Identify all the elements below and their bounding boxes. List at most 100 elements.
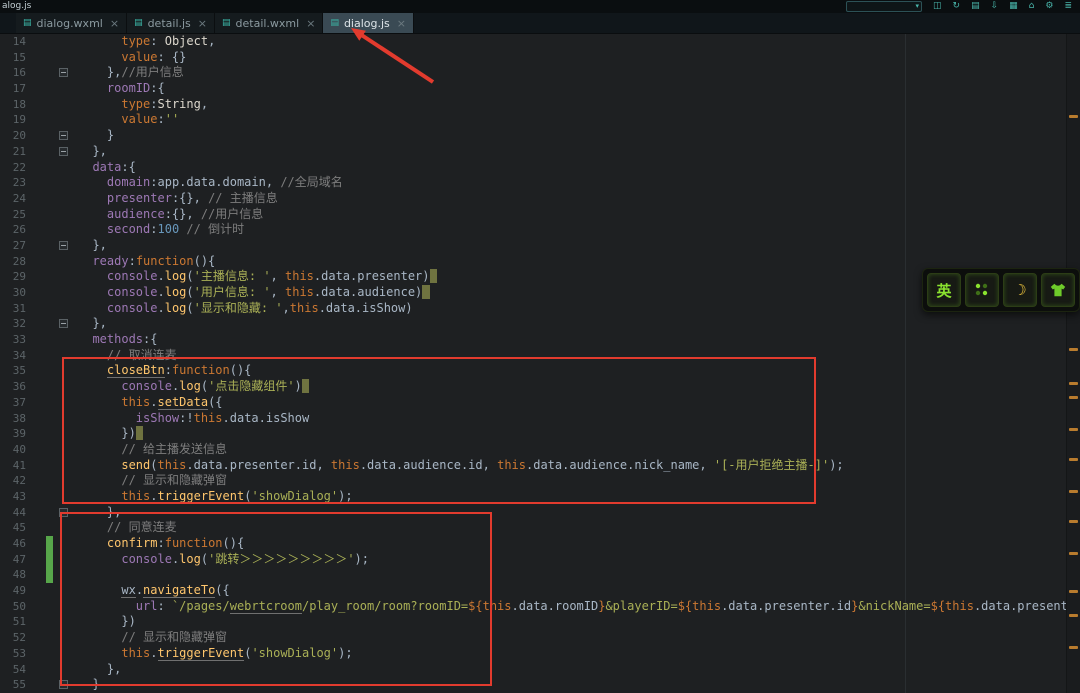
code-line-18[interactable]: 18 type:String, bbox=[0, 97, 1080, 113]
line-number: 17 bbox=[12, 82, 26, 96]
settings-icon[interactable]: ⚙ bbox=[1045, 2, 1053, 11]
code-line-17[interactable]: 17 roomID:{ bbox=[0, 81, 1080, 97]
code-text: }, bbox=[78, 661, 122, 676]
code-line-27[interactable]: 27 }, bbox=[0, 238, 1080, 254]
code-text: this.setData({ bbox=[121, 394, 223, 410]
error-stripe-mark[interactable] bbox=[1069, 590, 1078, 593]
error-stripe-mark[interactable] bbox=[1069, 520, 1078, 523]
code-line-20[interactable]: 20 } bbox=[0, 128, 1080, 144]
code-line-22[interactable]: 22 data:{ bbox=[0, 160, 1080, 176]
code-line-52[interactable]: 52 // 显示和隐藏弹窗 bbox=[0, 630, 1080, 646]
fold-marker-icon[interactable] bbox=[59, 146, 68, 156]
code-line-54[interactable]: 54 }, bbox=[0, 662, 1080, 678]
code-line-31[interactable]: 31 console.log('显示和隐藏: ',this.data.isSho… bbox=[0, 301, 1080, 317]
code-line-39[interactable]: 39 }) bbox=[0, 426, 1080, 442]
fold-marker-icon[interactable] bbox=[59, 507, 68, 517]
layout-icon[interactable]: ▤ bbox=[971, 2, 980, 11]
error-stripe-mark[interactable] bbox=[1069, 348, 1078, 351]
code-line-47[interactable]: 47 console.log('跳转＞＞＞＞＞＞＞＞＞'); bbox=[0, 551, 1080, 568]
error-stripe-mark[interactable] bbox=[1069, 428, 1078, 431]
code-text: confirm:function(){ bbox=[106, 536, 245, 550]
home-icon[interactable]: ⌂ bbox=[1029, 2, 1035, 11]
code-line-23[interactable]: 23 domain:app.data.domain, //全局域名 bbox=[0, 175, 1080, 191]
code-line-14[interactable]: 14 type: Object, bbox=[0, 34, 1080, 50]
error-stripe-mark[interactable] bbox=[1069, 490, 1078, 493]
code-editor[interactable]: 14 type: Object, 15 value: {} 16 },//用户信息 1… bbox=[0, 34, 1080, 693]
code-line-33[interactable]: 33 methods:{ bbox=[0, 332, 1080, 348]
tab-close-icon[interactable]: × bbox=[110, 18, 119, 29]
code-line-21[interactable]: 21 }, bbox=[0, 144, 1080, 160]
vcs-change-marker bbox=[46, 551, 53, 568]
error-stripe-mark[interactable] bbox=[1069, 552, 1078, 555]
code-line-29[interactable]: 29 console.log('主播信息: ', this.data.prese… bbox=[0, 269, 1080, 285]
error-stripe-mark[interactable] bbox=[1069, 115, 1078, 118]
code-line-43[interactable]: 43 this.triggerEvent('showDialog'); bbox=[0, 488, 1080, 505]
code-line-40[interactable]: 40 // 给主播发送信息 bbox=[0, 442, 1080, 458]
code-line-50[interactable]: 50 url: `/pages/webrtcroom/play_room/roo… bbox=[0, 598, 1080, 615]
code-line-38[interactable]: 38 isShow:!this.data.isShow bbox=[0, 411, 1080, 427]
ime-night-mode-button[interactable]: ☽ bbox=[1003, 273, 1037, 307]
tab-close-icon[interactable]: × bbox=[397, 18, 406, 29]
panel-toggle-icon[interactable]: ◫ bbox=[933, 2, 942, 11]
code-text: second:100 // 倒计时 bbox=[106, 222, 245, 237]
download-icon[interactable]: ⇩ bbox=[991, 2, 999, 11]
code-line-16[interactable]: 16 },//用户信息 bbox=[0, 65, 1080, 81]
code-line-15[interactable]: 15 value: {} bbox=[0, 50, 1080, 66]
code-line-51[interactable]: 51 }) bbox=[0, 614, 1080, 630]
code-line-46[interactable]: 46 confirm:function(){ bbox=[0, 536, 1080, 552]
ime-lang-toggle-button[interactable]: 英 bbox=[927, 273, 961, 307]
error-stripe[interactable] bbox=[1066, 34, 1080, 693]
code-line-44[interactable]: 44 }, bbox=[0, 505, 1080, 521]
tab-detail.wxml[interactable]: ▤ detail.wxml × bbox=[215, 13, 324, 33]
code-line-45[interactable]: 45 // 同意连麦 bbox=[0, 520, 1080, 536]
code-line-48[interactable]: 48 bbox=[0, 567, 1080, 584]
error-stripe-mark[interactable] bbox=[1069, 614, 1078, 617]
line-number: 27 bbox=[12, 238, 26, 252]
code-text: this.triggerEvent('showDialog'); bbox=[121, 488, 353, 504]
code-line-36[interactable]: 36 console.log('点击隐藏组件') bbox=[0, 379, 1080, 395]
fold-marker-icon[interactable] bbox=[59, 680, 68, 690]
refresh-icon[interactable]: ↻ bbox=[953, 2, 961, 11]
code-line-32[interactable]: 32 }, bbox=[0, 316, 1080, 332]
error-stripe-mark[interactable] bbox=[1069, 646, 1078, 649]
code-line-41[interactable]: 41 send(this.data.presenter.id, this.dat… bbox=[0, 458, 1080, 474]
menu-icon[interactable]: ≣ bbox=[1064, 2, 1072, 11]
code-line-37[interactable]: 37 this.setData({ bbox=[0, 394, 1080, 411]
ime-skin-button[interactable] bbox=[1041, 273, 1075, 307]
tab-close-icon[interactable]: × bbox=[306, 18, 315, 29]
line-number: 42 bbox=[12, 474, 26, 488]
grid-icon[interactable]: ▦ bbox=[1009, 2, 1018, 11]
line-number: 28 bbox=[12, 254, 26, 268]
code-line-28[interactable]: 28 ready:function(){ bbox=[0, 254, 1080, 270]
code-line-26[interactable]: 26 second:100 // 倒计时 bbox=[0, 222, 1080, 238]
error-stripe-mark[interactable] bbox=[1069, 396, 1078, 399]
code-line-24[interactable]: 24 presenter:{}, // 主播信息 bbox=[0, 191, 1080, 207]
code-line-25[interactable]: 25 audience:{}, //用户信息 bbox=[0, 207, 1080, 223]
code-line-30[interactable]: 30 console.log('用户信息: ', this.data.audie… bbox=[0, 285, 1080, 301]
tab-dialog.wxml[interactable]: ▤ dialog.wxml × bbox=[16, 13, 128, 33]
error-stripe-mark[interactable] bbox=[1069, 458, 1078, 461]
code-line-35[interactable]: 35 closeBtn:function(){ bbox=[0, 363, 1080, 379]
code-line-53[interactable]: 53 this.triggerEvent('showDialog'); bbox=[0, 645, 1080, 662]
code-line-49[interactable]: 49 wx.navigateTo({ bbox=[0, 583, 1080, 599]
fold-marker-icon[interactable] bbox=[59, 68, 68, 78]
toolbar-dropdown[interactable]: ▾ bbox=[846, 1, 923, 12]
code-line-55[interactable]: 55 } bbox=[0, 677, 1080, 693]
line-number: 32 bbox=[12, 317, 26, 331]
tab-close-icon[interactable]: × bbox=[198, 18, 207, 29]
code-text: methods:{ bbox=[92, 332, 158, 347]
line-number: 44 bbox=[12, 505, 26, 519]
fold-marker-icon[interactable] bbox=[59, 240, 68, 250]
line-number: 37 bbox=[12, 395, 26, 409]
line-number: 43 bbox=[12, 489, 26, 503]
tab-dialog.js[interactable]: ▤ dialog.js × bbox=[323, 13, 415, 33]
code-line-34[interactable]: 34 // 取消连麦 bbox=[0, 348, 1080, 364]
line-number: 19 bbox=[12, 113, 26, 127]
fold-marker-icon[interactable] bbox=[59, 131, 68, 141]
ime-punctuation-button[interactable] bbox=[965, 273, 999, 307]
tab-detail.js[interactable]: ▤ detail.js × bbox=[127, 13, 215, 33]
code-line-42[interactable]: 42 // 显示和隐藏弹窗 bbox=[0, 473, 1080, 489]
code-line-19[interactable]: 19 value:'' bbox=[0, 112, 1080, 128]
error-stripe-mark[interactable] bbox=[1069, 382, 1078, 385]
fold-marker-icon[interactable] bbox=[59, 319, 68, 329]
